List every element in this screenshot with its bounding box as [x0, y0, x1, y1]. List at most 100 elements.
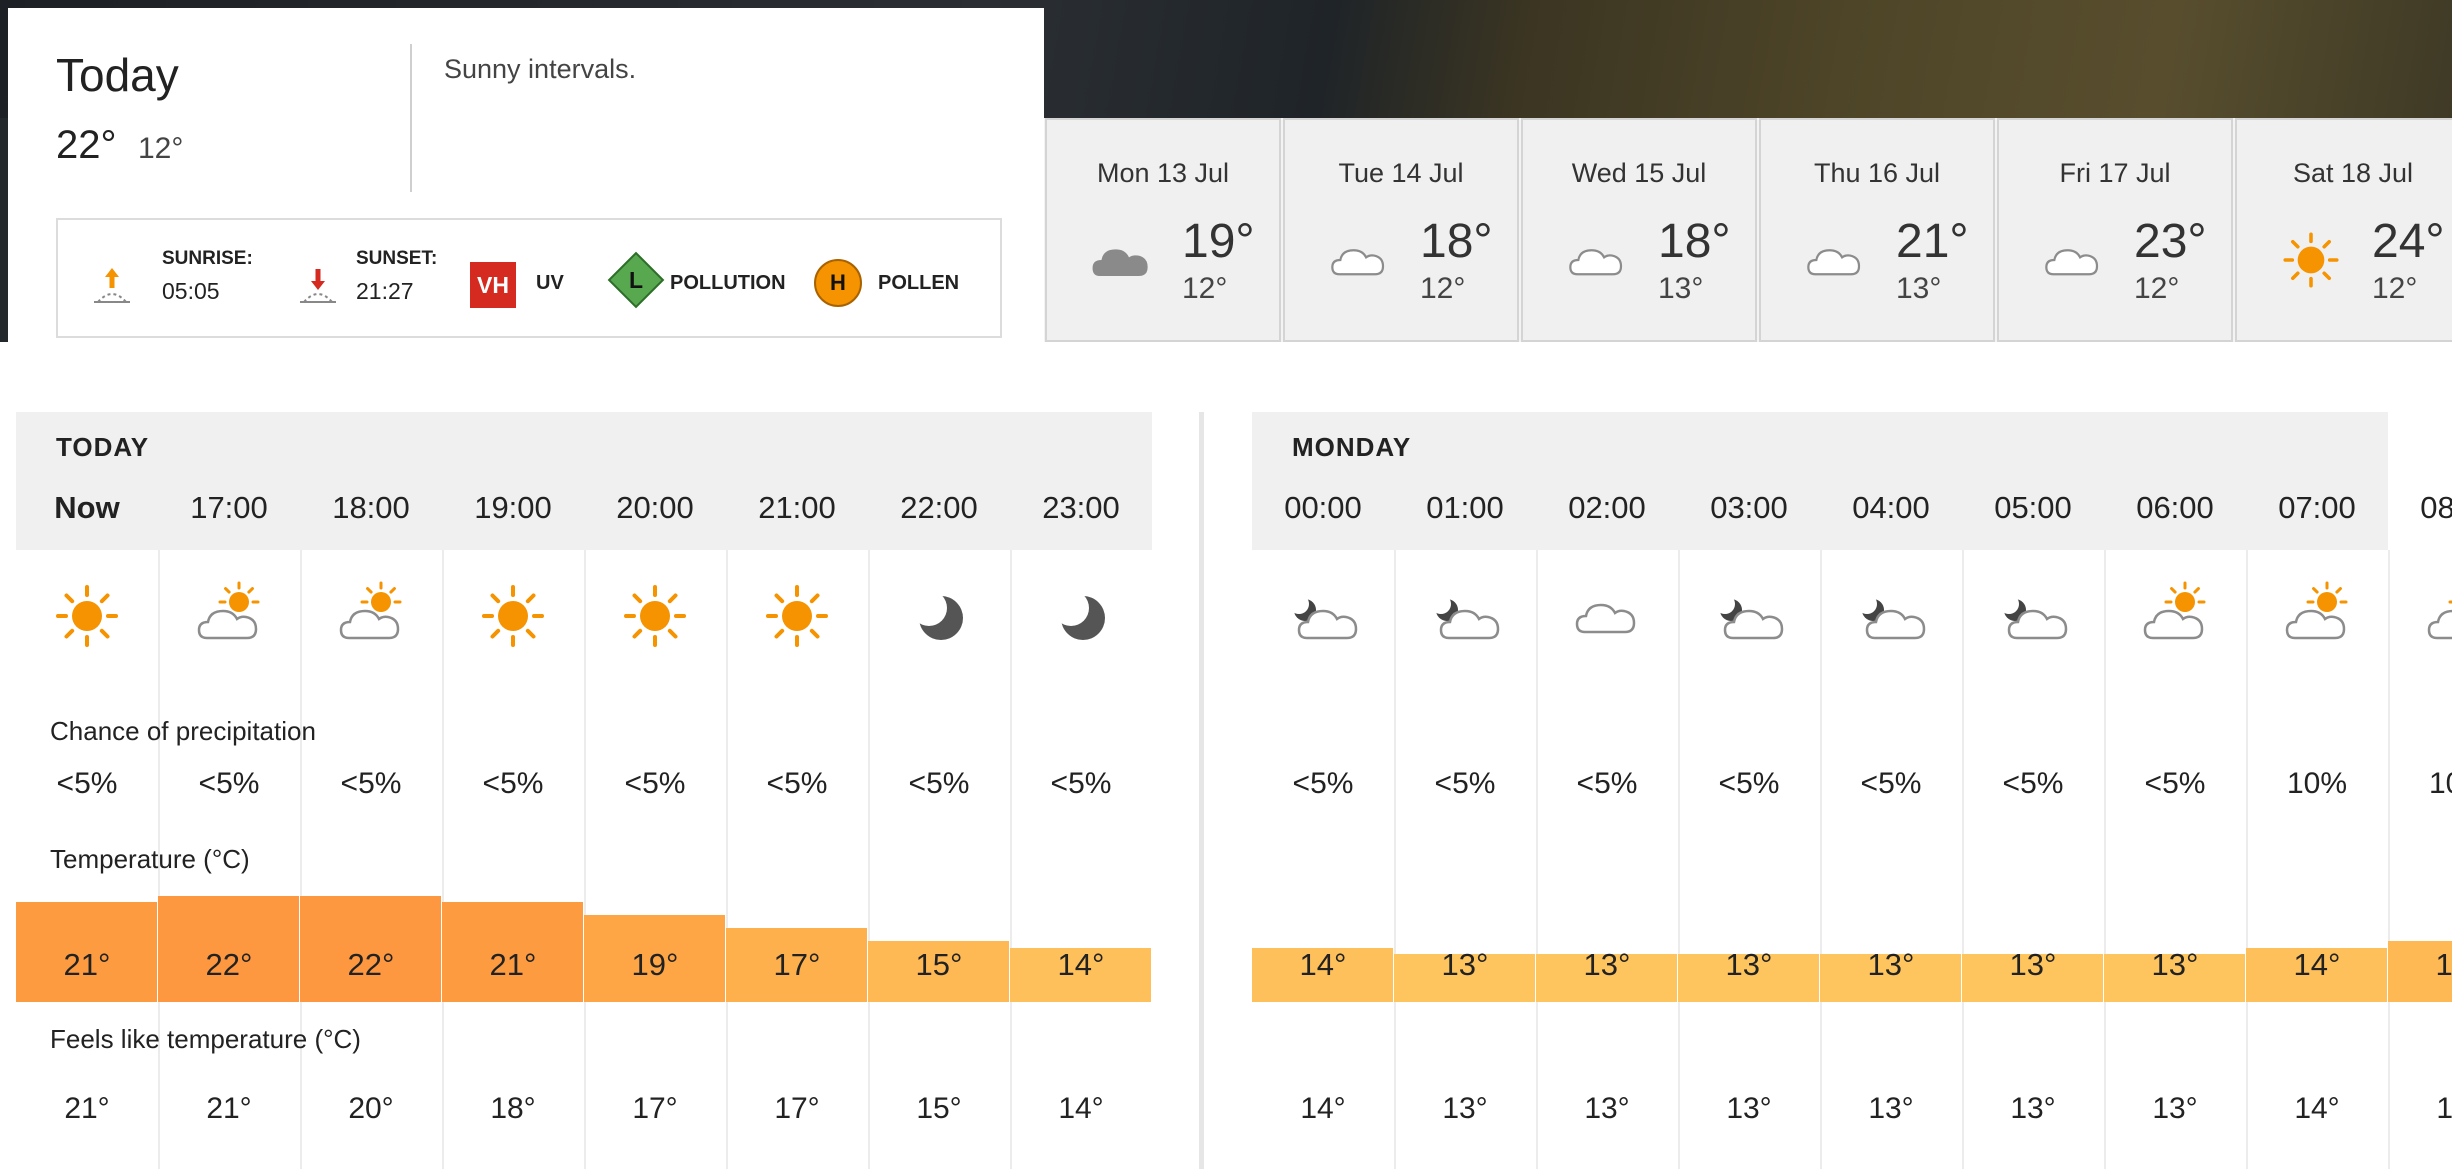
day-tab[interactable]: Thu 16 Jul 21° 13° [1759, 118, 1995, 342]
day-high-temp: 24° [2372, 215, 2445, 268]
hour-icon-wrap [761, 580, 833, 652]
pollution-label[interactable]: POLLUTION [670, 272, 786, 295]
summary-divider [410, 44, 412, 192]
temp-value: 13° [1441, 947, 1489, 982]
temp-value: 21° [489, 947, 537, 982]
precip-value: <5% [1050, 767, 1112, 800]
hour-column[interactable]: 19:00 <5% 21° 18° [442, 412, 584, 1169]
hour-column[interactable]: 01:00 <5% 13° 13° [1394, 412, 1536, 1169]
day-label: Wed 15 Jul [1571, 158, 1707, 188]
summary-low-temp: 12° [138, 132, 184, 165]
hour-column[interactable]: 06:00 <5% 13° 13° [2104, 412, 2246, 1169]
column-separator [1678, 550, 1680, 1169]
temp-value: 19° [631, 947, 679, 982]
column-separator [1536, 550, 1538, 1169]
hour-column[interactable]: 02:00 <5% 13° 13° [1536, 412, 1678, 1169]
day-low-temp: 12° [2372, 272, 2418, 305]
day-high-temp: 18° [1658, 215, 1731, 268]
temp-value: 22° [347, 947, 395, 982]
sunset-label: SUNSET: [356, 248, 438, 269]
moon-icon [1053, 590, 1105, 640]
uv-label[interactable]: UV [536, 272, 564, 295]
hour-column[interactable]: 08:00 10% 15° 15° [2388, 412, 2452, 1169]
feels-like-value: 20° [348, 1092, 394, 1125]
today-summary-card: Today 22° 12° Sunny intervals. SUNRISE: … [8, 8, 1044, 342]
hour-column[interactable]: 00:00 <5% 14° 14° [1252, 412, 1394, 1169]
precip-value: <5% [1576, 767, 1638, 800]
pollen-badge[interactable]: H [814, 259, 862, 307]
cloud-icon [1569, 249, 1623, 276]
day-low-temp: 12° [1420, 272, 1466, 305]
column-separator [868, 550, 870, 1169]
precip-value: <5% [1434, 767, 1496, 800]
cloud-icon [1575, 603, 1636, 634]
day-low-temp: 12° [2134, 272, 2180, 305]
pollen-label[interactable]: POLLEN [878, 272, 959, 295]
day-icon-wrap [1323, 228, 1395, 284]
day-low-temp: 13° [1896, 272, 1942, 305]
day-tab[interactable]: Fri 17 Jul 23° 12° [1997, 118, 2233, 342]
day-tab[interactable]: Tue 14 Jul 18° 12° [1283, 118, 1519, 342]
moon-cloud-icon [1289, 594, 1358, 640]
temp-value: 14° [1299, 947, 1347, 982]
hour-icon-wrap [1855, 580, 1927, 652]
hour-column[interactable]: 18:00 <5% 22° 20° [300, 412, 442, 1169]
day-high-temp: 18° [1420, 215, 1493, 268]
sunrise-time: 05:05 [162, 278, 220, 304]
precip-value: 10% [2286, 767, 2348, 800]
precip-value: <5% [1718, 767, 1780, 800]
hour-column[interactable]: 23:00 <5% 14° 14° [1010, 412, 1152, 1169]
feels-like-value: 15° [916, 1092, 962, 1125]
hour-time: 05:00 [1994, 490, 2072, 525]
column-separator [2104, 550, 2106, 1169]
hour-time: 18:00 [332, 490, 410, 525]
hour-icon-wrap [2139, 580, 2211, 652]
hour-column[interactable]: 07:00 10% 14° 14° [2246, 412, 2388, 1169]
day-high-temp: 21° [1896, 215, 1969, 268]
day-tab[interactable]: Wed 15 Jul 18° 13° [1521, 118, 1757, 342]
pollution-badge[interactable]: L [616, 260, 656, 300]
day-icon-wrap [1561, 228, 1633, 284]
hour-time: 04:00 [1852, 490, 1930, 525]
hour-column[interactable]: 03:00 <5% 13° 13° [1678, 412, 1820, 1169]
hour-column[interactable]: 05:00 <5% 13° 13° [1962, 412, 2104, 1169]
sun-icon [624, 585, 686, 647]
summary-high-temp: 22° [56, 123, 117, 167]
hour-time: 00:00 [1284, 490, 1362, 525]
day-icon-wrap [1799, 228, 1871, 284]
column-separator [726, 550, 728, 1169]
day-label: Fri 17 Jul [2059, 158, 2171, 188]
temp-value: 15° [915, 947, 963, 982]
hour-time: 23:00 [1042, 490, 1120, 525]
hour-time: 01:00 [1426, 490, 1504, 525]
hourly-panel-monday: MONDAY 00:00 <5% 14° 14° 01:00 <5% 13° 13° 02:00… [1252, 412, 2452, 1169]
cloud-icon [1807, 249, 1861, 276]
moon-cloud-icon [1857, 594, 1926, 640]
feels-like-value: 14° [1058, 1092, 1104, 1125]
day-tab[interactable]: Mon 13 Jul 19° 12° [1045, 118, 1281, 342]
hour-column[interactable]: 22:00 <5% 15° 15° [868, 412, 1010, 1169]
precip-value: <5% [624, 767, 686, 800]
hour-column[interactable]: Now <5% 21° 21° [16, 412, 158, 1169]
uv-badge[interactable]: VH [470, 262, 516, 308]
feels-like-value: 13° [1726, 1092, 1772, 1125]
hour-time: 06:00 [2136, 490, 2214, 525]
precip-value: <5% [1860, 767, 1922, 800]
hour-icon-wrap [335, 580, 407, 652]
feels-like-value: 13° [2152, 1092, 2198, 1125]
temp-value: 14° [2293, 947, 2341, 982]
temp-value: 21° [63, 947, 111, 982]
hour-icon-wrap [903, 580, 975, 652]
precip-value: <5% [482, 767, 544, 800]
column-separator [442, 550, 444, 1169]
hour-column[interactable]: 21:00 <5% 17° 17° [726, 412, 868, 1169]
hour-column[interactable]: 20:00 <5% 19° 17° [584, 412, 726, 1169]
hour-column[interactable]: 17:00 <5% 22° 21° [158, 412, 300, 1169]
precip-value: <5% [1292, 767, 1354, 800]
feels-like-value: 14° [2294, 1092, 2340, 1125]
sun-cloud-icon [197, 581, 260, 640]
day-tab[interactable]: Sat 18 Jul 24° 12° [2235, 118, 2452, 342]
hour-column[interactable]: 04:00 <5% 13° 13° [1820, 412, 1962, 1169]
temp-value: 15° [2435, 947, 2452, 982]
day-label: Thu 16 Jul [1813, 158, 1941, 188]
